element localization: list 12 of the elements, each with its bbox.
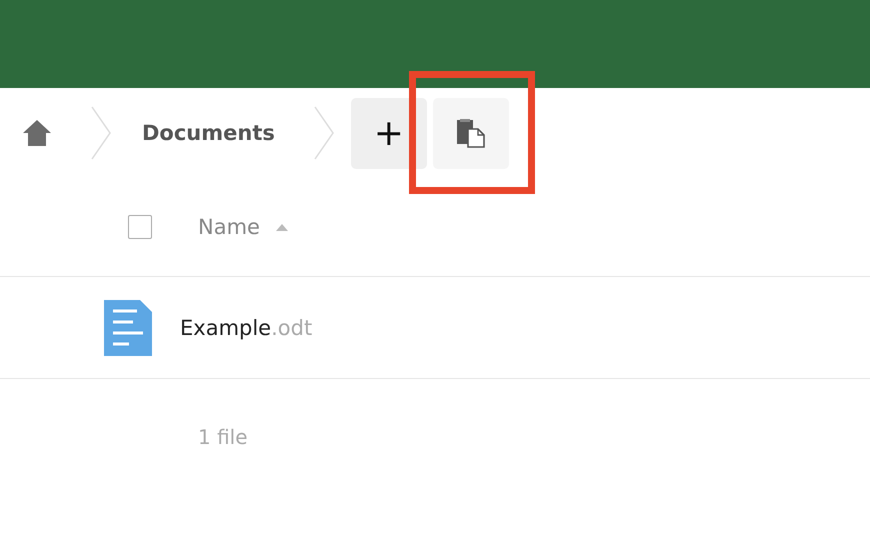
select-all-checkbox[interactable] xyxy=(128,215,152,239)
column-header[interactable]: Name xyxy=(198,215,260,239)
new-button[interactable]: + xyxy=(350,98,427,168)
home-icon[interactable] xyxy=(22,119,52,147)
chevron-icon xyxy=(312,106,335,160)
breadcrumb-item[interactable]: Documents xyxy=(142,121,275,145)
file-name[interactable]: Example.odt xyxy=(180,316,312,340)
paste-button[interactable] xyxy=(432,98,509,168)
document-icon xyxy=(104,300,152,356)
file-count: 1 file xyxy=(197,424,249,449)
paste-icon xyxy=(456,118,486,148)
chevron-icon xyxy=(90,106,112,160)
